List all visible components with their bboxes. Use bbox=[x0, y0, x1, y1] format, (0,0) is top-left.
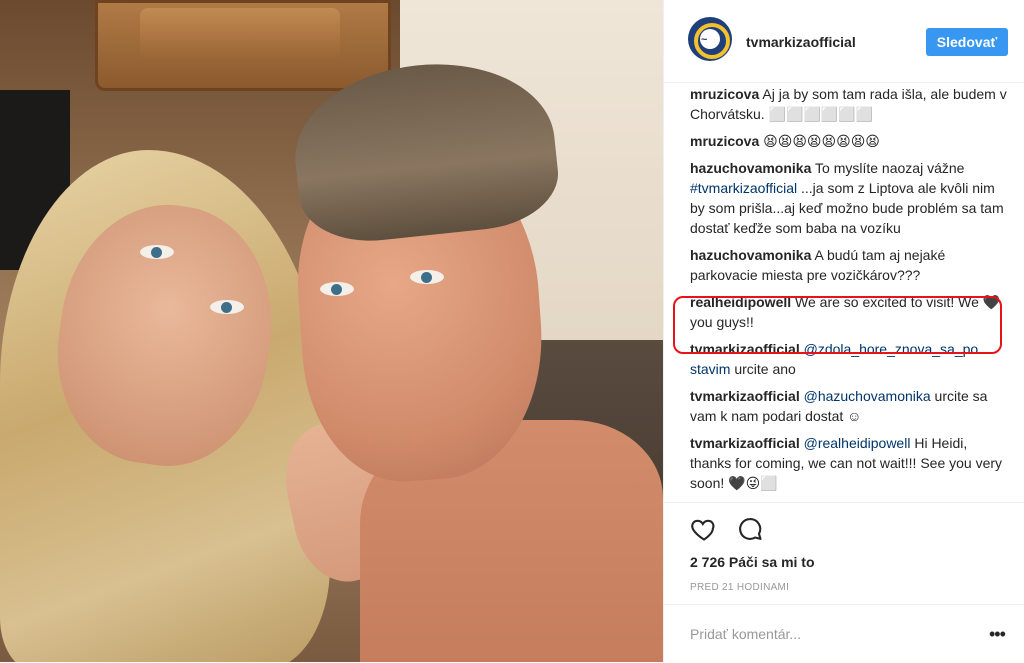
comment-username[interactable]: realheidipowell bbox=[690, 294, 791, 310]
comment-item: realheidipowell We are so excited to vis… bbox=[690, 292, 1008, 332]
comment-item: mruzicova 😫😫😫😫😫😫😫😫 bbox=[690, 131, 1008, 151]
comment-text: urcite ano bbox=[730, 361, 796, 377]
photo-cabinet-panel bbox=[140, 8, 340, 60]
man-eye-right bbox=[410, 270, 444, 284]
comment-item: tvmarkizaofficial @hazuchovamonika urcit… bbox=[690, 386, 1008, 426]
post-header: ~ tvmarkizaofficial Sledovať bbox=[664, 0, 1024, 83]
post-photo[interactable] bbox=[0, 0, 663, 662]
comment-mention-link[interactable]: @realheidipowell bbox=[804, 435, 911, 451]
post-username[interactable]: tvmarkizaofficial bbox=[746, 34, 856, 50]
likes-count[interactable]: 2 726 Páči sa mi to bbox=[690, 554, 815, 570]
comments-list[interactable]: mruzicova Aj ja by som tam rada išla, al… bbox=[690, 82, 1008, 502]
comment-username[interactable]: tvmarkizaofficial bbox=[690, 341, 800, 357]
comment-item: mruzicova Aj ja by som tam rada išla, al… bbox=[690, 84, 1008, 124]
comment-hashtag-link[interactable]: #tvmarkizaofficial bbox=[690, 180, 797, 196]
comment-text: 😫😫😫😫😫😫😫😫 bbox=[763, 133, 880, 149]
heart-icon[interactable] bbox=[690, 515, 718, 543]
comment-username[interactable]: mruzicova bbox=[690, 133, 759, 149]
comment-item: hazuchovamonika To myslíte naozaj vážne … bbox=[690, 158, 1008, 238]
post-actions bbox=[664, 502, 1024, 543]
comment-username[interactable]: tvmarkizaofficial bbox=[690, 388, 800, 404]
comment-item: tvmarkizaofficial @realheidipowell Hi He… bbox=[690, 433, 1008, 493]
post-side-panel: ~ tvmarkizaofficial Sledovať mruzicova A… bbox=[663, 0, 1024, 662]
man-eye-left bbox=[320, 282, 354, 296]
woman-eye-left bbox=[140, 245, 174, 259]
avatar-logo-wave: ~ bbox=[701, 34, 708, 46]
add-comment-box: ••• bbox=[664, 604, 1024, 663]
instagram-post: ~ tvmarkizaofficial Sledovať mruzicova A… bbox=[0, 0, 1024, 662]
post-timestamp[interactable]: PRED 21 HODINAMI bbox=[690, 582, 789, 593]
woman-eye-right bbox=[210, 300, 244, 314]
comment-item: tvmarkizaofficial @zdola_hore_znova_sa_p… bbox=[690, 339, 1008, 379]
comment-text: To myslíte naozaj vážne bbox=[815, 160, 965, 176]
more-options-icon[interactable]: ••• bbox=[989, 625, 1006, 643]
comment-username[interactable]: tvmarkizaofficial bbox=[690, 435, 800, 451]
comment-icon[interactable] bbox=[736, 515, 764, 543]
comment-username[interactable]: hazuchovamonika bbox=[690, 160, 811, 176]
follow-button[interactable]: Sledovať bbox=[926, 28, 1008, 56]
add-comment-input[interactable] bbox=[690, 623, 970, 645]
comment-item: hazuchovamonika A budú tam aj nejaké par… bbox=[690, 245, 1008, 285]
comment-username[interactable]: mruzicova bbox=[690, 86, 759, 102]
profile-avatar[interactable]: ~ bbox=[688, 17, 732, 61]
comment-mention-link[interactable]: @hazuchovamonika bbox=[804, 388, 931, 404]
comment-username[interactable]: hazuchovamonika bbox=[690, 247, 811, 263]
